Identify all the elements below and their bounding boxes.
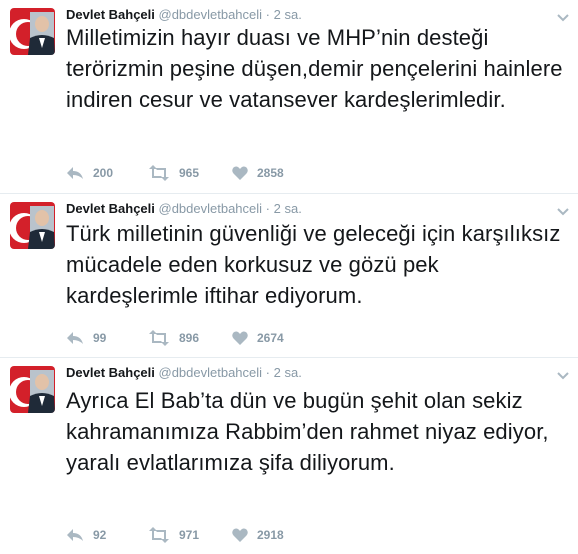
tweet-text: Milletimizin hayır duası ve MHP’nin dest… <box>66 25 563 112</box>
like-count: 2858 <box>257 166 284 180</box>
tweet-header: Devlet Bahçeli @dbdevletbahceli · 2 sa. <box>66 200 302 218</box>
username[interactable]: @dbdevletbahceli <box>159 7 263 22</box>
reply-icon <box>66 331 84 345</box>
tweet-text: Ayrıca El Bab’ta dün ve bugün şehit olan… <box>66 388 549 475</box>
timestamp[interactable]: 2 sa. <box>274 365 302 380</box>
retweet-button[interactable]: 971 <box>148 526 199 544</box>
timestamp[interactable]: 2 sa. <box>274 7 302 22</box>
like-button[interactable]: 2918 <box>232 526 284 544</box>
display-name[interactable]: Devlet Bahçeli <box>66 7 155 22</box>
tweet-text: Türk milletinin güvenliği ve geleceği iç… <box>66 221 561 308</box>
retweet-icon <box>148 330 170 346</box>
reply-button[interactable]: 200 <box>66 164 113 182</box>
tweet[interactable]: Devlet Bahçeli @dbdevletbahceli · 2 sa. … <box>0 358 578 554</box>
reply-button[interactable]: 92 <box>66 526 106 544</box>
heart-icon <box>232 166 248 180</box>
like-button[interactable]: 2858 <box>232 164 284 182</box>
retweet-icon <box>148 527 170 543</box>
heart-icon <box>232 331 248 345</box>
retweet-count: 896 <box>179 331 200 345</box>
retweet-button[interactable]: 896 <box>148 329 199 347</box>
like-count: 2918 <box>257 528 284 542</box>
reply-count: 200 <box>93 166 114 180</box>
separator-dot: · <box>265 7 271 22</box>
reply-count: 92 <box>93 528 107 542</box>
reply-count: 99 <box>93 331 107 345</box>
like-button[interactable]: 2674 <box>232 329 284 347</box>
separator-dot: · <box>265 365 271 380</box>
chevron-down-icon[interactable] <box>556 368 570 380</box>
retweet-count: 971 <box>179 528 200 542</box>
username[interactable]: @dbdevletbahceli <box>159 201 263 216</box>
tweet[interactable]: Devlet Bahçeli @dbdevletbahceli · 2 sa. … <box>0 0 578 194</box>
retweet-button[interactable]: 965 <box>148 164 199 182</box>
heart-icon <box>232 528 248 542</box>
display-name[interactable]: Devlet Bahçeli <box>66 201 155 216</box>
username[interactable]: @dbdevletbahceli <box>159 365 263 380</box>
retweet-count: 965 <box>179 166 200 180</box>
chevron-down-icon[interactable] <box>556 10 570 22</box>
avatar[interactable] <box>10 366 55 413</box>
reply-icon <box>66 528 84 542</box>
tweet-header: Devlet Bahçeli @dbdevletbahceli · 2 sa. <box>66 364 302 382</box>
avatar[interactable] <box>10 8 55 55</box>
tweet[interactable]: Devlet Bahçeli @dbdevletbahceli · 2 sa. … <box>0 194 578 358</box>
reply-button[interactable]: 99 <box>66 329 106 347</box>
reply-icon <box>66 166 84 180</box>
chevron-down-icon[interactable] <box>556 204 570 216</box>
retweet-icon <box>148 165 170 181</box>
separator-dot: · <box>265 201 271 216</box>
avatar[interactable] <box>10 202 55 249</box>
timestamp[interactable]: 2 sa. <box>274 201 302 216</box>
display-name[interactable]: Devlet Bahçeli <box>66 365 155 380</box>
like-count: 2674 <box>257 331 284 345</box>
